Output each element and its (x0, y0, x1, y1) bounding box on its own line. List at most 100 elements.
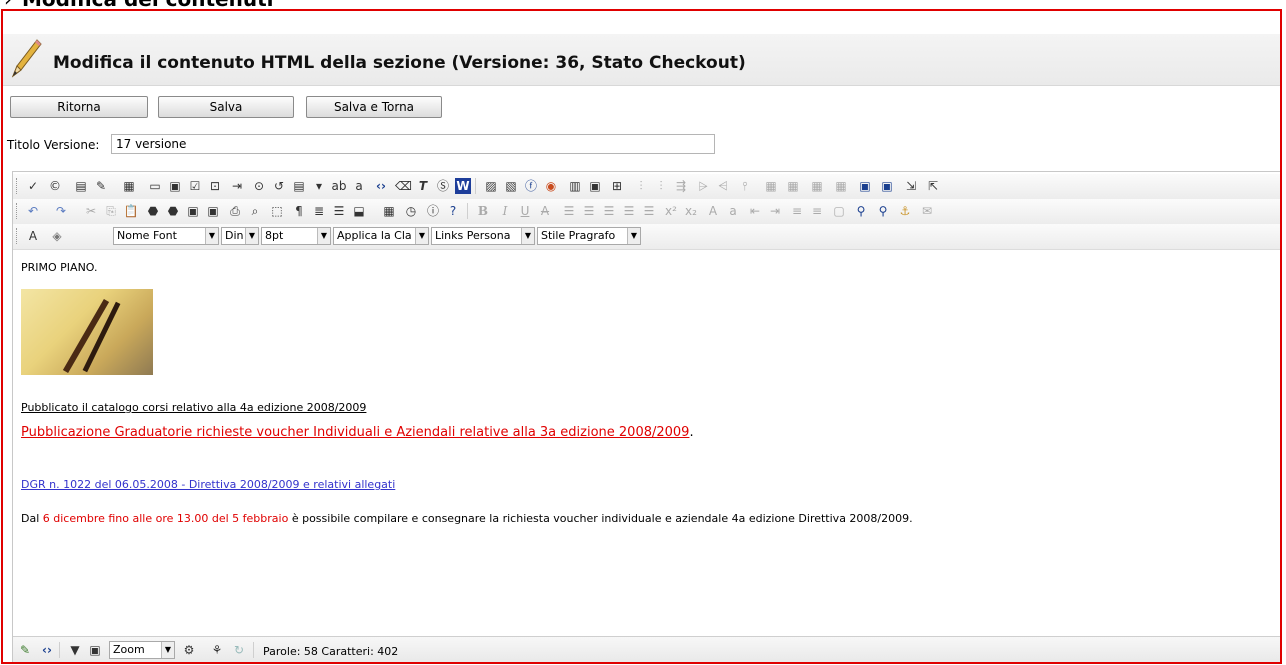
font-size-select[interactable]: 8pt ▼ (261, 227, 331, 245)
design-mode-icon[interactable]: ✎ (17, 642, 33, 658)
uppercase-icon[interactable]: A (705, 203, 721, 219)
italic-icon[interactable]: I (497, 203, 513, 219)
subscript-icon[interactable]: x₂ (683, 203, 699, 219)
table-icon[interactable]: ⊞ (609, 178, 625, 194)
align-right-icon[interactable]: ☰ (601, 203, 617, 219)
select-all-icon[interactable]: ⬚ (269, 203, 285, 219)
align-left-icon[interactable]: ☰ (561, 203, 577, 219)
dropdown-field-icon[interactable]: ▾ (311, 178, 327, 194)
code-mode-icon[interactable]: ‹› (39, 642, 55, 658)
font-name-select[interactable]: Nome Font ▼ (113, 227, 219, 245)
paste-html-icon[interactable]: ▣ (185, 203, 201, 219)
highlight-icon[interactable]: ◈ (49, 228, 65, 244)
undo-icon[interactable]: ↶ (25, 203, 41, 219)
flash-icon[interactable]: ⓕ (523, 178, 539, 194)
copyright-icon[interactable]: © (47, 178, 63, 194)
line-height-icon[interactable]: ☰ (331, 203, 347, 219)
font-size-unit-select[interactable]: Din ▼ (221, 227, 259, 245)
justify-icon[interactable]: ☰ (621, 203, 637, 219)
underline-icon[interactable]: U (517, 203, 533, 219)
email-link-icon[interactable]: ✉ (919, 203, 935, 219)
tag-inspector-icon[interactable]: ⚙ (181, 642, 197, 658)
table-design-icon[interactable]: ▣ (879, 178, 895, 194)
redo-icon[interactable]: ↷ (53, 203, 69, 219)
copy-icon[interactable]: ⎘ (103, 203, 119, 219)
reset-icon[interactable]: ↺ (271, 178, 287, 194)
tab-stop-icon[interactable]: ⇥ (229, 178, 245, 194)
input-label-icon[interactable]: a (351, 178, 367, 194)
word-paste-icon[interactable]: W (455, 178, 471, 194)
custom-links-select[interactable]: Links Persona ▼ (431, 227, 535, 245)
paste-icon[interactable]: 📋 (123, 203, 139, 219)
insert-snippet-icon[interactable]: ⬓ (351, 203, 367, 219)
help-info-icon[interactable]: ⓘ (425, 203, 441, 219)
save-icon[interactable]: ▣ (87, 642, 103, 658)
horizontal-rule-icon[interactable]: ≣ (311, 203, 327, 219)
new-document-icon[interactable]: ▤ (73, 178, 89, 194)
format-painter-icon[interactable]: ✎ (93, 178, 109, 194)
about-icon[interactable]: ? (445, 203, 461, 219)
find-icon[interactable]: ⌕ (247, 203, 263, 219)
link-icon[interactable]: ⚲ (853, 203, 869, 219)
italic-style-icon[interactable]: T (415, 178, 431, 194)
template-icon[interactable]: ▣ (587, 178, 603, 194)
bold-icon[interactable]: B (475, 203, 491, 219)
html-code-icon[interactable]: ‹› (373, 178, 389, 194)
textfield-icon[interactable]: ⊡ (207, 178, 223, 194)
textbox-icon[interactable]: ▭ (147, 178, 163, 194)
lowercase-icon[interactable]: a (725, 203, 741, 219)
chevron-down-icon: ▼ (415, 228, 428, 244)
font-color-icon[interactable]: A (25, 228, 41, 244)
zoom-select[interactable]: Zoom ▼ (109, 641, 175, 659)
paste-as-html-icon[interactable]: ▣ (205, 203, 221, 219)
css-class-select[interactable]: Applica la Cla ▼ (333, 227, 429, 245)
box-icon[interactable]: ▢ (831, 203, 847, 219)
table-wizard-icon[interactable]: ▣ (857, 178, 873, 194)
outdent-icon[interactable]: ⇤ (747, 203, 763, 219)
refresh-icon[interactable]: ↻ (231, 642, 247, 658)
dgr-link[interactable]: DGR n. 1022 del 06.05.2008 - Direttiva 2… (21, 478, 395, 491)
clear-format-icon[interactable]: ⌫ (395, 178, 412, 194)
paragraph-style-select[interactable]: Stile Pragrafo ▼ (537, 227, 641, 245)
image-icon[interactable]: ▨ (483, 178, 499, 194)
label-field-icon[interactable]: ab (331, 178, 347, 194)
preview-icon[interactable]: ▼ (67, 642, 83, 658)
spellcheck-icon[interactable]: ✓ (25, 178, 41, 194)
print-icon[interactable]: ⎙ (227, 203, 243, 219)
strikethrough-icon[interactable]: A (537, 203, 553, 219)
justify-none-icon[interactable]: ☰ (641, 203, 657, 219)
indent-icon[interactable]: ⇥ (767, 203, 783, 219)
date-icon[interactable]: ▦ (381, 203, 397, 219)
paste-word-icon[interactable]: ⬣ (145, 203, 161, 219)
ranking-link[interactable]: Pubblicazione Graduatorie richieste vouc… (21, 425, 689, 440)
ordered-list-icon[interactable]: ≡ (789, 203, 805, 219)
back-button[interactable]: Ritorna (10, 96, 148, 118)
catalog-link[interactable]: Pubblicato il catalogo corsi relativo al… (21, 401, 366, 414)
align-center-icon[interactable]: ☰ (581, 203, 597, 219)
superscript-icon[interactable]: x² (663, 203, 679, 219)
save-return-button[interactable]: Salva e Torna (306, 96, 442, 118)
paragraph-icon[interactable]: ¶ (291, 203, 307, 219)
anchor-icon[interactable]: ⚓ (897, 203, 913, 219)
editor-content[interactable]: PRIMO PIANO. Pubblicato il catalogo cors… (13, 249, 1280, 629)
bullet-list-icon[interactable]: ≡ (809, 203, 825, 219)
image-map-icon[interactable]: ▧ (503, 178, 519, 194)
paste-text-icon[interactable]: ⬣ (165, 203, 181, 219)
unlink-icon[interactable]: ⚲ (875, 203, 891, 219)
export-icon[interactable]: ⇲ (903, 178, 919, 194)
symbol-icon[interactable]: Ⓢ (435, 178, 451, 194)
save-button[interactable]: Salva (158, 96, 294, 118)
version-title-input[interactable] (111, 134, 715, 154)
time-icon[interactable]: ◷ (403, 203, 419, 219)
module-icon[interactable]: ⚘ (209, 642, 225, 658)
textarea-icon[interactable]: ▣ (167, 178, 183, 194)
media-icon[interactable]: ◉ (543, 178, 559, 194)
radio-icon[interactable]: ⊙ (251, 178, 267, 194)
checkbox-icon[interactable]: ☑ (187, 178, 203, 194)
list-box-icon[interactable]: ▤ (291, 178, 307, 194)
cut-icon[interactable]: ✂ (83, 203, 99, 219)
editor-frame: Modifica il contenuto HTML della sezione… (1, 9, 1282, 664)
document-icon[interactable]: ▥ (567, 178, 583, 194)
form-icon[interactable]: ▦ (121, 178, 137, 194)
import-icon[interactable]: ⇱ (925, 178, 941, 194)
